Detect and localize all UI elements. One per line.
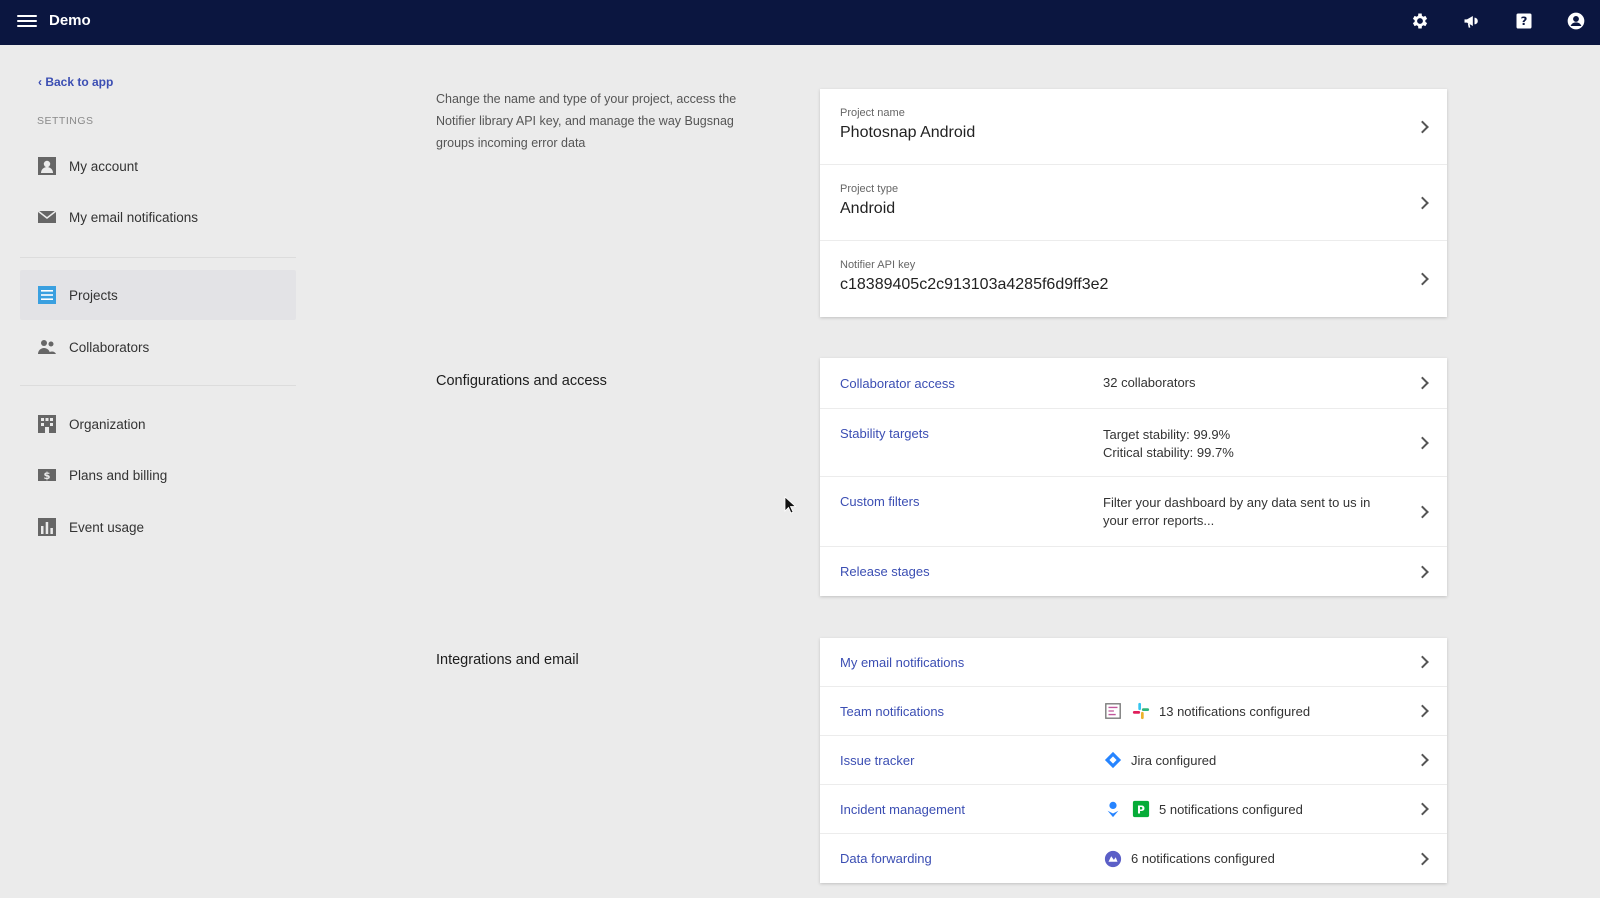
row-value: 32 collaborators <box>1103 375 1196 390</box>
app-name: Demo <box>49 12 91 29</box>
help-icon[interactable]: ? <box>1512 9 1536 33</box>
pagerduty-icon: P <box>1131 799 1151 819</box>
row-value: Filter your dashboard by any data sent t… <box>1103 495 1371 528</box>
sidebar-divider <box>20 385 296 386</box>
issue-tracker-status: Jira configured <box>1131 752 1217 768</box>
data-forwarding-row[interactable]: Data forwarding 6 notifications configur… <box>820 834 1447 883</box>
row-label[interactable]: Stability targets <box>840 426 1103 441</box>
projects-list-icon <box>37 285 57 305</box>
field-value: Photosnap Android <box>840 124 976 141</box>
row-label[interactable]: Custom filters <box>840 494 1103 509</box>
chevron-right-icon <box>1416 505 1429 518</box>
sidebar-item-my-email-notifications[interactable]: My email notifications <box>20 192 296 242</box>
sidebar-item-event-usage[interactable]: Event usage <box>20 502 296 552</box>
top-bar: Demo ? <box>0 0 1600 45</box>
sidebar-item-collaborators[interactable]: Collaborators <box>20 322 296 372</box>
row-value: P 5 notifications configured <box>1103 799 1303 819</box>
chevron-right-icon <box>1416 852 1429 865</box>
chevron-right-icon <box>1416 753 1429 767</box>
incident-management-row[interactable]: Incident management P 5 notifications co… <box>820 785 1447 834</box>
collaborator-access-row[interactable]: Collaborator access 32 collaborators <box>820 358 1447 409</box>
sidebar-item-plans-and-billing[interactable]: $ Plans and billing <box>20 450 296 500</box>
row-label[interactable]: Data forwarding <box>840 851 1103 866</box>
svg-text:?: ? <box>1521 14 1528 28</box>
person-card-icon <box>37 156 57 176</box>
sidebar-divider <box>20 257 296 258</box>
sidebar-item-label: My email notifications <box>69 209 199 225</box>
building-icon <box>37 414 57 434</box>
people-icon <box>37 337 57 357</box>
target-stability-text: Target stability: 99.9% <box>1103 427 1231 442</box>
sidebar-item-label: My account <box>69 158 139 174</box>
configurations-section-title: Configurations and access <box>436 373 607 389</box>
custom-filters-row[interactable]: Custom filters Filter your dashboard by … <box>820 477 1447 547</box>
field-value: Android <box>840 200 896 217</box>
issue-tracker-row[interactable]: Issue tracker Jira configured <box>820 736 1447 785</box>
sidebar-item-organization[interactable]: Organization <box>20 399 296 449</box>
row-value: 13 notifications configured <box>1103 701 1310 721</box>
chevron-right-icon <box>1416 565 1429 578</box>
jira-icon <box>1103 750 1123 770</box>
mouse-cursor-icon <box>784 496 796 514</box>
chevron-right-icon <box>1416 802 1429 816</box>
field-label: Notifier API key <box>840 259 916 271</box>
chevron-right-icon <box>1416 436 1429 449</box>
team-notifications-count: 13 notifications configured <box>1159 703 1311 719</box>
slack-icon <box>1131 701 1151 721</box>
settings-sidebar: ‹ Back to app SETTINGS My account My ema… <box>0 45 300 898</box>
project-type-row[interactable]: Project type Android <box>820 165 1447 241</box>
project-details-card: Project name Photosnap Android Project t… <box>820 89 1447 317</box>
row-label[interactable]: Release stages <box>840 564 1103 579</box>
settings-heading: SETTINGS <box>37 115 94 127</box>
row-label[interactable]: Issue tracker <box>840 753 1103 768</box>
dollar-bill-icon: $ <box>37 465 57 485</box>
my-email-notifications-row[interactable]: My email notifications <box>820 638 1447 687</box>
incident-management-count: 5 notifications configured <box>1159 801 1303 817</box>
svg-text:P: P <box>1137 804 1145 817</box>
row-value: Jira configured <box>1103 750 1216 770</box>
stability-targets-row[interactable]: Stability targets Target stability: 99.9… <box>820 409 1447 477</box>
hamburger-menu-icon[interactable] <box>17 12 37 32</box>
row-value: Target stability: 99.9% Critical stabili… <box>1103 426 1393 462</box>
sidebar-item-label: Organization <box>69 416 146 432</box>
opsgenie-icon <box>1103 799 1123 819</box>
account-icon[interactable] <box>1564 9 1588 33</box>
back-to-app-link[interactable]: ‹ Back to app <box>38 75 113 89</box>
field-label: Project name <box>840 107 905 119</box>
announcement-icon[interactable] <box>1460 9 1484 33</box>
row-label[interactable]: My email notifications <box>840 655 1103 670</box>
field-value: c18389405c2c913103a4285f6d9ff3e2 <box>840 276 1109 293</box>
bar-chart-icon <box>37 517 57 537</box>
settings-icon[interactable] <box>1408 9 1432 33</box>
release-stages-row[interactable]: Release stages <box>820 547 1447 596</box>
team-notifications-row[interactable]: Team notifications 13 notifications conf… <box>820 687 1447 736</box>
envelope-icon <box>37 207 57 227</box>
sidebar-item-my-account[interactable]: My account <box>20 141 296 191</box>
chevron-right-icon <box>1416 704 1429 718</box>
project-name-row[interactable]: Project name Photosnap Android <box>820 89 1447 165</box>
critical-stability-text: Critical stability: 99.7% <box>1103 445 1234 460</box>
integrations-section-title: Integrations and email <box>436 652 579 668</box>
sidebar-item-label: Projects <box>69 287 118 303</box>
sidebar-item-label: Event usage <box>69 519 145 535</box>
notifier-api-key-row[interactable]: Notifier API key c18389405c2c913103a4285… <box>820 241 1447 317</box>
integrations-card: My email notifications Team notification… <box>820 638 1447 883</box>
data-forwarding-icon <box>1103 849 1123 869</box>
configurations-card: Collaborator access 32 collaborators Sta… <box>820 358 1447 596</box>
chevron-right-icon <box>1416 376 1429 390</box>
row-label[interactable]: Collaborator access <box>840 376 1103 391</box>
svg-text:$: $ <box>44 471 51 482</box>
sidebar-item-label: Collaborators <box>69 339 150 355</box>
sidebar-item-label: Plans and billing <box>69 467 168 483</box>
email-integration-icon <box>1103 701 1123 721</box>
data-forwarding-count: 6 notifications configured <box>1131 851 1275 866</box>
field-label: Project type <box>840 183 899 195</box>
sidebar-item-projects[interactable]: Projects <box>20 270 296 320</box>
chevron-right-icon <box>1416 655 1429 669</box>
top-icons: ? <box>1408 9 1588 33</box>
project-section-description: Change the name and type of your project… <box>436 92 737 150</box>
row-label[interactable]: Team notifications <box>840 704 1103 719</box>
row-value: 6 notifications configured <box>1103 849 1275 869</box>
row-label[interactable]: Incident management <box>840 802 1103 817</box>
